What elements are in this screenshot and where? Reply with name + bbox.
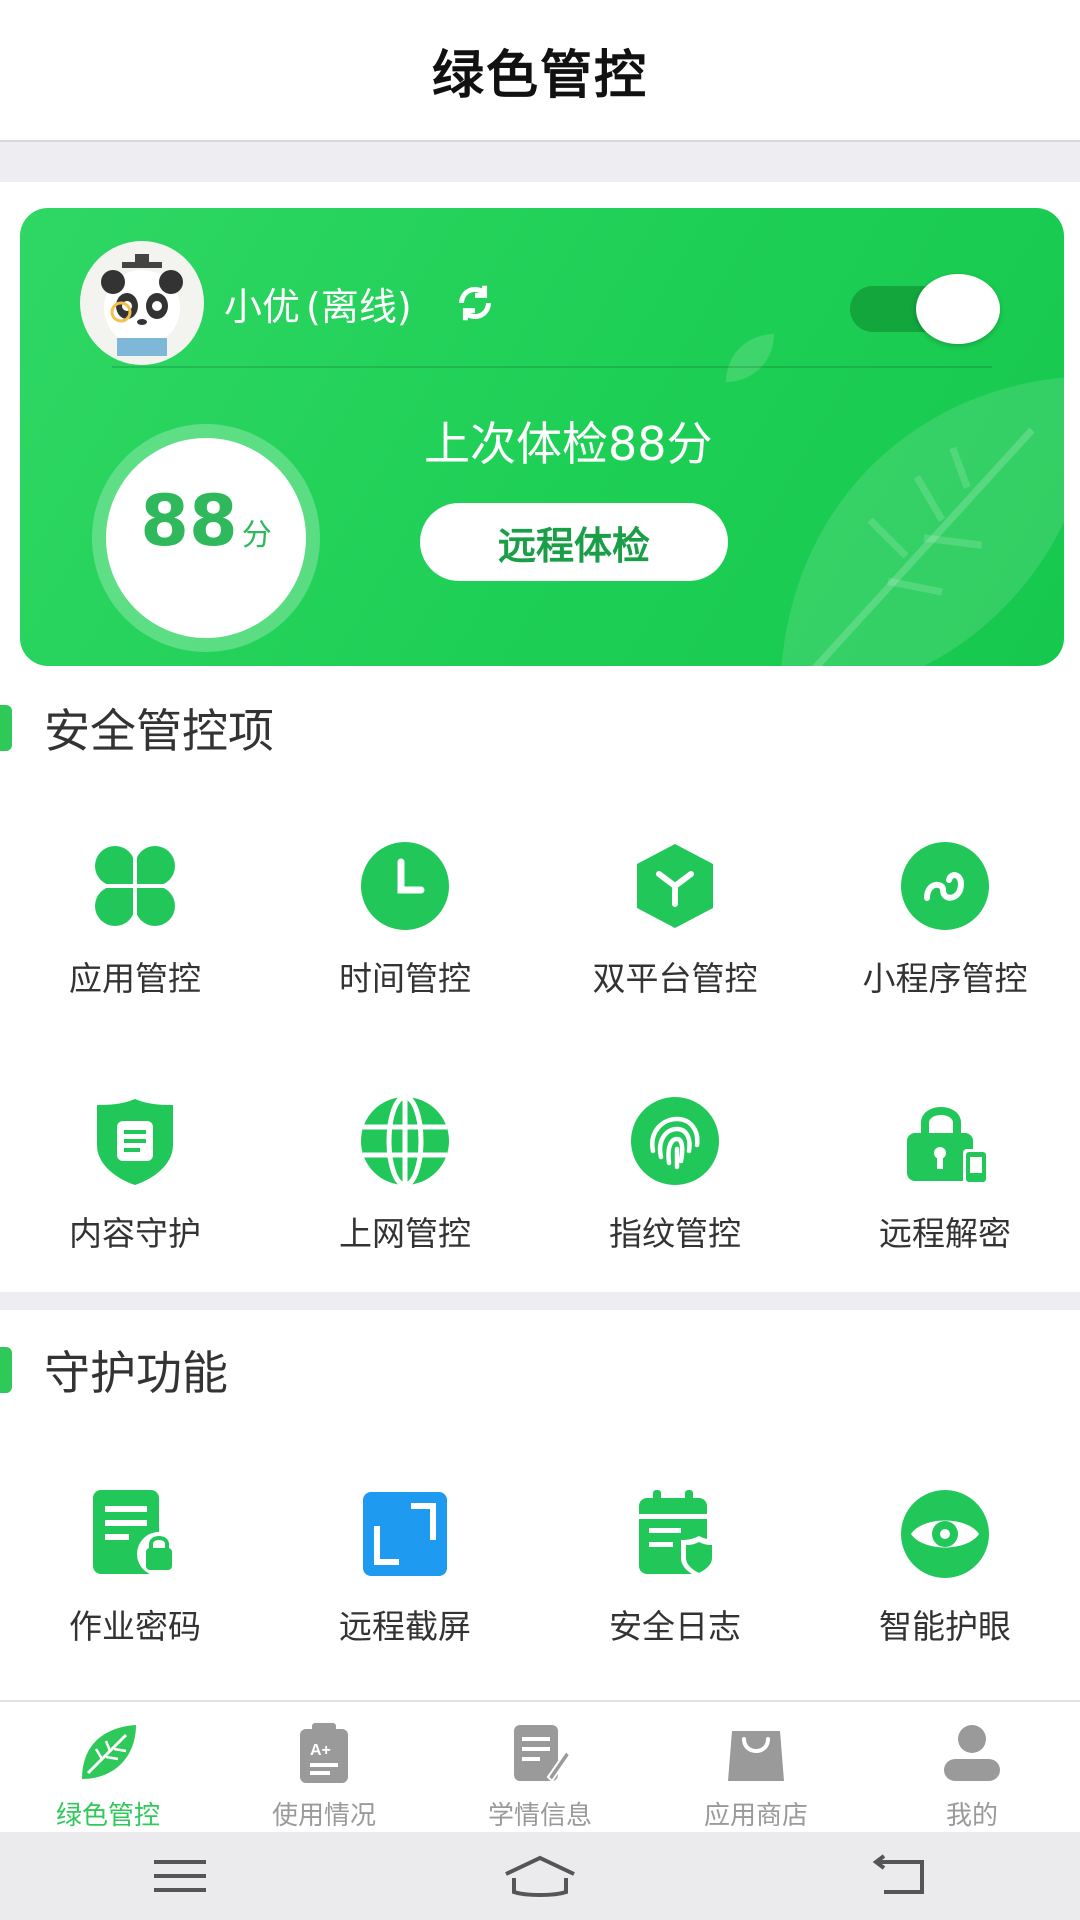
nav-tab-study-info[interactable]: 学情信息 xyxy=(432,1702,648,1832)
grid-item-app-control[interactable]: 应用管控 xyxy=(0,840,270,1040)
fingerprint-icon xyxy=(629,1095,721,1187)
grid-item-label: 指纹管控 xyxy=(609,1214,741,1253)
section-title: 安全管控项 xyxy=(44,704,274,758)
nav-tab-mine[interactable]: 我的 xyxy=(864,1702,1080,1832)
header-divider xyxy=(0,140,1080,182)
grid-item-label: 时间管控 xyxy=(339,959,471,998)
grid-item-label: 远程解密 xyxy=(879,1214,1011,1253)
shield-document-icon xyxy=(89,1095,181,1187)
child-info-row: 小优 (离线) xyxy=(80,241,1000,365)
section-title: 守护功能 xyxy=(44,1346,228,1400)
mini-program-icon xyxy=(899,840,991,932)
grid-item-content-guard[interactable]: 内容守护 xyxy=(0,1095,270,1295)
back-icon[interactable] xyxy=(855,1846,945,1906)
remote-check-button[interactable]: 远程体检 xyxy=(420,503,728,581)
refresh-icon[interactable] xyxy=(452,280,498,326)
globe-icon xyxy=(359,1095,451,1187)
apps-grid-icon xyxy=(89,840,181,932)
grid-item-mini-program[interactable]: 小程序管控 xyxy=(810,840,1080,1040)
nav-tab-label: 绿色管控 xyxy=(55,1801,160,1831)
grid-item-label: 智能护眼 xyxy=(879,1607,1011,1646)
child-name: 小优 xyxy=(224,284,301,329)
grid-item-internet-control[interactable]: 上网管控 xyxy=(270,1095,540,1295)
grid-item-label: 应用管控 xyxy=(69,959,201,998)
nav-tab-label: 应用商店 xyxy=(703,1801,808,1831)
grid-item-homework-password[interactable]: 作业密码 xyxy=(0,1488,270,1688)
card-divider xyxy=(112,366,992,368)
lock-phone-icon xyxy=(899,1095,991,1187)
nav-tab-app-store[interactable]: 应用商店 xyxy=(648,1702,864,1832)
grid-item-label: 上网管控 xyxy=(339,1214,471,1253)
grid-item-eye-care[interactable]: 智能护眼 xyxy=(810,1488,1080,1688)
grid-item-label: 小程序管控 xyxy=(862,959,1028,998)
home-icon[interactable] xyxy=(495,1846,585,1906)
nav-tab-label: 使用情况 xyxy=(271,1801,376,1831)
grid-item-remote-screenshot[interactable]: 远程截屏 xyxy=(270,1488,540,1688)
svg-text:A+: A+ xyxy=(310,1742,331,1759)
section-divider xyxy=(0,1292,1080,1310)
grid-item-fingerprint[interactable]: 指纹管控 xyxy=(540,1095,810,1295)
document-edit-icon xyxy=(503,1716,577,1789)
leaf-icon xyxy=(71,1716,145,1789)
nav-tab-label: 学情信息 xyxy=(487,1801,592,1831)
grid-item-dual-platform[interactable]: 双平台管控 xyxy=(540,840,810,1040)
eye-icon xyxy=(899,1488,991,1580)
calendar-shield-icon xyxy=(629,1488,721,1580)
toggle-knob xyxy=(916,274,1000,344)
clipboard-grade-icon: A+ xyxy=(287,1716,361,1789)
score-value: 88 xyxy=(140,480,238,562)
grid-item-label: 作业密码 xyxy=(69,1607,201,1646)
grid-item-label: 安全日志 xyxy=(609,1607,741,1646)
page-title: 绿色管控 xyxy=(431,45,648,106)
status-card: 小优 (离线) 88 分 上次体检88分 远程体检 xyxy=(20,208,1064,666)
section-accent-bar xyxy=(0,1347,12,1393)
nav-tab-label: 我的 xyxy=(945,1801,998,1831)
homework-lock-icon xyxy=(89,1488,181,1580)
panda-avatar-icon xyxy=(101,254,183,356)
grid-item-remote-unlock[interactable]: 远程解密 xyxy=(810,1095,1080,1295)
system-nav-bar xyxy=(0,1832,1080,1920)
app-header: 绿色管控 xyxy=(0,0,1080,140)
last-check-text: 上次体检88分 xyxy=(424,417,713,471)
nav-tab-usage[interactable]: A+ 使用情况 xyxy=(216,1702,432,1832)
screenshot-icon xyxy=(359,1488,451,1580)
grid-item-time-control[interactable]: 时间管控 xyxy=(270,840,540,1040)
guard-toggle[interactable] xyxy=(850,270,1000,344)
leaf-decoration-icon xyxy=(781,377,1064,666)
guard-section-header: 守护功能 xyxy=(0,1340,228,1400)
avatar[interactable] xyxy=(80,241,204,365)
cube-icon xyxy=(629,840,721,932)
grid-item-label: 内容守护 xyxy=(69,1214,201,1253)
shopping-bag-icon xyxy=(719,1716,793,1789)
grid-item-label: 远程截屏 xyxy=(339,1607,471,1646)
bottom-nav: 绿色管控 A+ 使用情况 学情信息 应用商店 我的 xyxy=(0,1700,1080,1832)
score-unit: 分 xyxy=(241,518,272,553)
clock-icon xyxy=(359,840,451,932)
security-section-header: 安全管控项 xyxy=(0,698,274,758)
grid-item-security-log[interactable]: 安全日志 xyxy=(540,1488,810,1688)
section-accent-bar xyxy=(0,705,12,751)
menu-icon[interactable] xyxy=(135,1846,225,1906)
grid-item-label: 双平台管控 xyxy=(592,959,758,998)
user-icon xyxy=(935,1716,1009,1789)
score-circle: 88 分 xyxy=(106,438,306,638)
child-online-status: (离线) xyxy=(306,284,412,329)
nav-tab-green-control[interactable]: 绿色管控 xyxy=(0,1702,216,1832)
